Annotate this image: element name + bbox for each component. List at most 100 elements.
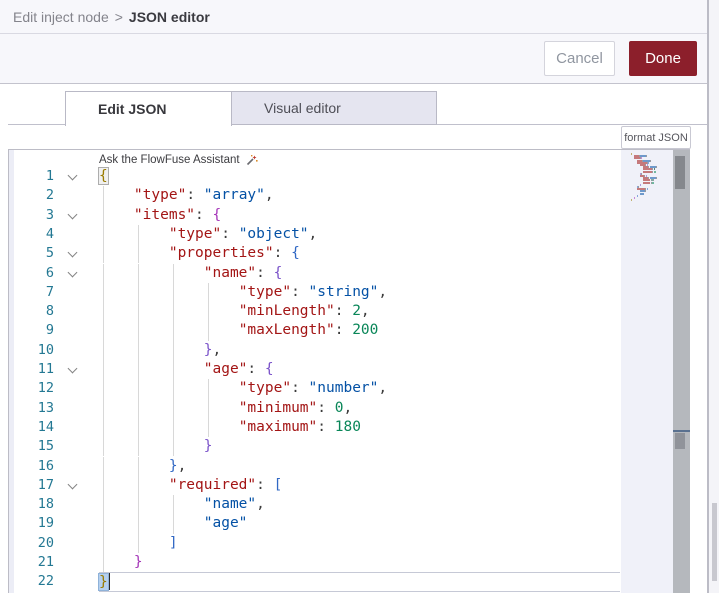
done-button[interactable]: Done xyxy=(629,41,697,76)
code-line-text[interactable]: } xyxy=(99,437,620,457)
fold-column[interactable] xyxy=(64,495,86,514)
code-line-text[interactable]: "name", xyxy=(99,495,620,515)
fold-column[interactable] xyxy=(64,264,86,283)
code-line[interactable]: 9 "maxLength": 200 xyxy=(9,321,690,341)
code-line[interactable]: 17 "required": [ xyxy=(9,475,690,496)
code-line[interactable]: 20 ] xyxy=(9,533,690,553)
code-line-text[interactable]: "maxLength": 200 xyxy=(99,321,620,341)
fold-column[interactable] xyxy=(64,476,86,495)
code-line[interactable]: 10 }, xyxy=(9,340,690,360)
line-number[interactable]: 18 xyxy=(14,495,64,514)
page-scrollbar[interactable] xyxy=(709,0,719,593)
code-line[interactable]: 1{ xyxy=(9,167,690,187)
fold-chevron-icon[interactable] xyxy=(67,267,78,277)
code-line[interactable]: 21 } xyxy=(9,553,690,573)
line-number[interactable]: 16 xyxy=(14,457,64,476)
line-number[interactable]: 1 xyxy=(14,167,64,186)
code-line-text[interactable]: { xyxy=(98,167,620,186)
fold-column[interactable] xyxy=(64,244,86,263)
line-number[interactable]: 9 xyxy=(14,321,64,340)
code-line[interactable]: 13 "minimum": 0, xyxy=(9,398,690,418)
fold-column[interactable] xyxy=(64,225,86,244)
line-number[interactable]: 7 xyxy=(14,283,64,302)
code-line[interactable]: 14 "maximum": 180 xyxy=(9,417,690,438)
code-line-text[interactable]: }, xyxy=(99,456,620,476)
code-line[interactable]: 19 "age" xyxy=(9,514,690,534)
code-line[interactable]: 5 "properties": { xyxy=(9,244,690,264)
breadcrumb-parent[interactable]: Edit inject node xyxy=(13,9,109,25)
line-number[interactable]: 21 xyxy=(14,553,64,572)
fold-column[interactable] xyxy=(64,341,86,360)
minimap[interactable] xyxy=(621,150,673,593)
assistant-placeholder[interactable]: Ask the FlowFuse Assistant xyxy=(99,152,258,168)
code-line-text[interactable]: "age": { xyxy=(99,360,620,380)
format-json-button[interactable]: format JSON xyxy=(621,126,691,149)
code-line[interactable]: 2 "type": "array", xyxy=(9,186,690,206)
code-line-text[interactable]: }, xyxy=(99,340,620,360)
code-line[interactable]: 22} xyxy=(9,572,690,592)
line-number[interactable]: 22 xyxy=(14,572,64,591)
cancel-button[interactable]: Cancel xyxy=(544,41,615,76)
fold-column[interactable] xyxy=(64,321,86,340)
code-line[interactable]: 12 "type": "number", xyxy=(9,379,690,399)
line-number[interactable]: 6 xyxy=(14,264,64,283)
code-line-text[interactable]: "properties": { xyxy=(99,244,620,264)
fold-column[interactable] xyxy=(64,283,86,302)
line-number[interactable]: 19 xyxy=(14,514,64,533)
code-line-text[interactable]: "name": { xyxy=(99,263,620,283)
line-number[interactable]: 11 xyxy=(14,360,64,379)
code-line-text[interactable]: } xyxy=(98,572,620,592)
line-number[interactable]: 3 xyxy=(14,206,64,225)
line-number[interactable]: 2 xyxy=(14,186,64,205)
tab-visual-editor[interactable]: Visual editor xyxy=(231,91,437,125)
page-scrollbar-thumb[interactable] xyxy=(712,503,717,581)
line-number[interactable]: 14 xyxy=(14,418,64,437)
line-number[interactable]: 5 xyxy=(14,244,64,263)
fold-chevron-icon[interactable] xyxy=(67,479,78,490)
fold-chevron-icon[interactable] xyxy=(67,209,78,220)
code-line[interactable]: 6 "name": { xyxy=(9,263,690,283)
line-number[interactable]: 13 xyxy=(14,399,64,418)
code-line[interactable]: 15 } xyxy=(9,437,690,457)
code-line-text[interactable]: "type": "object", xyxy=(99,224,620,245)
code-line-text[interactable]: "type": "string", xyxy=(99,282,620,303)
code-line[interactable]: 11 "age": { xyxy=(9,360,690,380)
line-number[interactable]: 17 xyxy=(14,476,64,495)
code-line[interactable]: 3 "items": { xyxy=(9,205,690,225)
editor-vertical-scrollbar[interactable] xyxy=(673,150,690,593)
fold-column[interactable] xyxy=(64,379,86,398)
json-code-editor[interactable]: Ask the FlowFuse Assistant 1{2 "type": "… xyxy=(8,149,690,593)
fold-column[interactable] xyxy=(64,302,86,321)
line-number[interactable]: 4 xyxy=(14,225,64,244)
code-line-text[interactable]: "type": "array", xyxy=(99,186,620,206)
code-line-text[interactable]: "type": "number", xyxy=(99,379,620,399)
fold-column[interactable] xyxy=(64,418,86,437)
code-line-text[interactable]: "age" xyxy=(99,514,620,534)
fold-column[interactable] xyxy=(64,206,86,225)
line-number[interactable]: 8 xyxy=(14,302,64,321)
fold-chevron-icon[interactable] xyxy=(67,170,78,181)
line-number[interactable]: 10 xyxy=(14,341,64,360)
fold-column[interactable] xyxy=(64,360,86,379)
fold-column[interactable] xyxy=(64,514,86,533)
fold-column[interactable] xyxy=(64,457,86,476)
code-line-text[interactable]: "items": { xyxy=(99,205,620,225)
code-line-text[interactable]: "maximum": 180 xyxy=(99,417,620,438)
fold-chevron-icon[interactable] xyxy=(67,247,78,258)
code-line[interactable]: 4 "type": "object", xyxy=(9,224,690,245)
fold-column[interactable] xyxy=(64,186,86,205)
editor-scrollbar-thumb[interactable] xyxy=(675,156,685,189)
editor-scrollbar-thumb-secondary[interactable] xyxy=(675,433,685,449)
fold-column[interactable] xyxy=(64,437,86,456)
line-number[interactable]: 20 xyxy=(14,534,64,553)
tab-edit-json[interactable]: Edit JSON xyxy=(65,91,232,126)
fold-column[interactable] xyxy=(64,572,86,591)
fold-column[interactable] xyxy=(64,399,86,418)
line-number[interactable]: 12 xyxy=(14,379,64,398)
code-line-text[interactable]: "required": [ xyxy=(99,475,620,496)
line-number[interactable]: 15 xyxy=(14,437,64,456)
code-line-text[interactable]: ] xyxy=(99,533,620,553)
code-line[interactable]: 8 "minLength": 2, xyxy=(9,302,690,322)
code-line[interactable]: 18 "name", xyxy=(9,495,690,515)
fold-column[interactable] xyxy=(64,553,86,572)
